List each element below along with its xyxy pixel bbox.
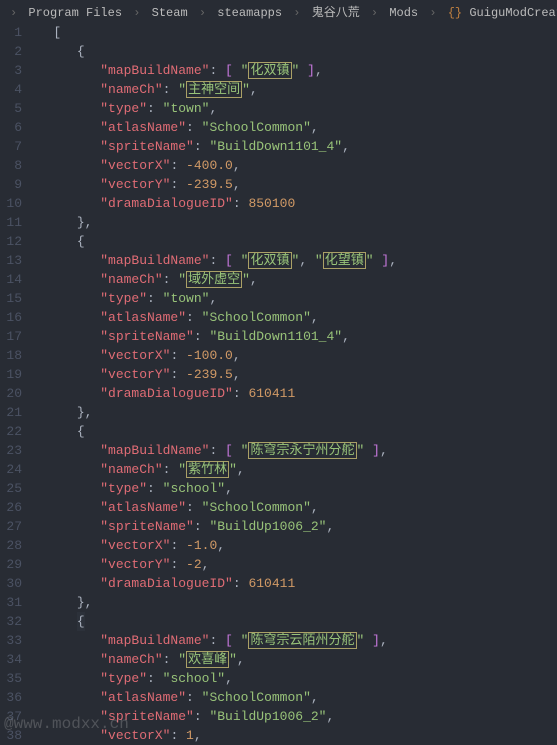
json-icon: {} [448,6,462,20]
code-editor[interactable]: 1234567891011121314151617181920212223242… [0,23,557,740]
breadcrumb[interactable]: › Program Files › Steam › steamapps › 鬼谷… [0,0,557,23]
line-gutter: 1234567891011121314151617181920212223242… [0,23,30,740]
code-content[interactable]: [ { "mapBuildName": [ "化双镇" ], "nameCh":… [30,23,557,740]
